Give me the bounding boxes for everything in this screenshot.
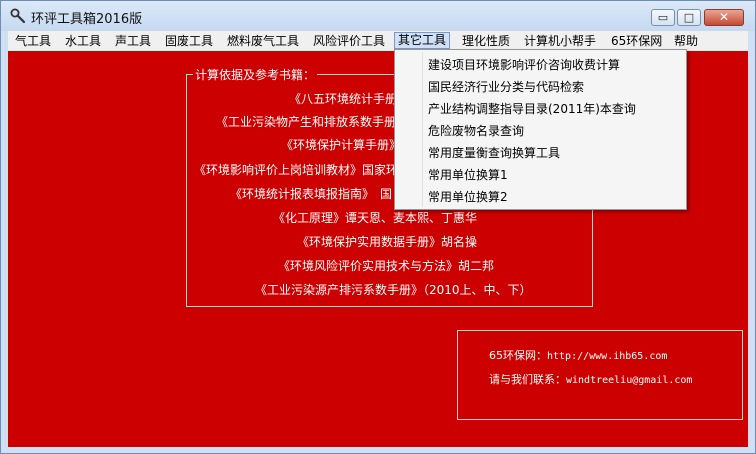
reference-item: 《环境风险评价实用技术与方法》胡二邦 bbox=[278, 259, 495, 273]
menu-item-fuel-gas-tools[interactable]: 燃料废气工具 bbox=[227, 33, 299, 49]
website-line: 65环保网：http://www.ihb65.com bbox=[489, 347, 667, 363]
dropdown-item-eia-fee-calc[interactable]: 建设项目环境影响评价咨询收费计算 bbox=[428, 56, 620, 73]
minimize-icon: ▭ bbox=[657, 11, 669, 24]
email-line: 请与我们联系：windtreeliu@gmail.com bbox=[489, 371, 692, 387]
maximize-icon: □ bbox=[683, 11, 695, 24]
reference-item: 《工业污染物产生和排放系数手册》 bbox=[216, 115, 409, 129]
website-link[interactable]: http://www.ihb65.com bbox=[547, 351, 667, 362]
email-link[interactable]: windtreeliu@gmail.com bbox=[566, 375, 692, 386]
app-window: 环评工具箱2016版 ▭ □ ✕ 气工具 水工具 声工具 固废工具 燃料废气工具… bbox=[0, 0, 756, 454]
dropdown-item-industry-code-search[interactable]: 国民经济行业分类与代码检索 bbox=[428, 78, 584, 95]
menu-item-computer-helper[interactable]: 计算机小帮手 bbox=[524, 33, 596, 49]
menu-separator bbox=[422, 52, 423, 207]
reference-item: 《环境保护实用数据手册》胡名操 bbox=[297, 235, 478, 249]
menu-item-other-tools[interactable]: 其它工具 bbox=[394, 32, 451, 49]
reference-item: 《环境保护计算手册》 bbox=[281, 138, 402, 152]
references-title: 计算依据及参考书籍： bbox=[193, 66, 318, 83]
dropdown-item-measurement-converter[interactable]: 常用度量衡查询换算工具 bbox=[428, 144, 560, 161]
other-tools-dropdown: 建设项目环境影响评价咨询收费计算 国民经济行业分类与代码检索 产业结构调整指导目… bbox=[394, 49, 687, 210]
close-icon: ✕ bbox=[718, 10, 730, 24]
email-label: 请与我们联系： bbox=[489, 373, 566, 386]
menu-bar: 气工具 水工具 声工具 固废工具 燃料废气工具 风险评价工具 其它工具 理化性质… bbox=[8, 31, 748, 51]
reference-item: 《环境影响评价上岗培训教材》国家环 bbox=[194, 163, 399, 177]
menu-item-help[interactable]: 帮助 bbox=[674, 33, 698, 49]
maximize-button[interactable]: □ bbox=[677, 9, 701, 26]
minimize-button[interactable]: ▭ bbox=[651, 9, 675, 26]
title-bar[interactable]: 环评工具箱2016版 ▭ □ ✕ bbox=[1, 1, 755, 31]
wrench-icon bbox=[10, 8, 26, 24]
reference-item: 《化工原理》谭天恩、麦本熙、丁惠华 bbox=[273, 211, 478, 225]
menu-item-solid-waste-tools[interactable]: 固废工具 bbox=[165, 33, 213, 49]
close-button[interactable]: ✕ bbox=[704, 9, 744, 26]
reference-item: 《环境统计报表填报指南》 国 bbox=[230, 187, 393, 201]
menu-item-noise-tools[interactable]: 声工具 bbox=[115, 33, 151, 49]
menu-item-65-site[interactable]: 65环保网 bbox=[611, 33, 662, 49]
menu-item-physchem[interactable]: 理化性质 bbox=[462, 33, 510, 49]
website-label: 65环保网： bbox=[489, 349, 547, 362]
menu-item-water-tools[interactable]: 水工具 bbox=[65, 33, 101, 49]
reference-item: 《工业污染源产排污系数手册》（2010上、中、下） bbox=[255, 283, 532, 297]
menu-item-risk-tools[interactable]: 风险评价工具 bbox=[313, 33, 385, 49]
dropdown-item-unit-conversion-2[interactable]: 常用单位换算2 bbox=[428, 188, 508, 205]
window-title: 环评工具箱2016版 bbox=[31, 12, 143, 27]
dropdown-item-unit-conversion-1[interactable]: 常用单位换算1 bbox=[428, 166, 508, 183]
dropdown-item-hazardous-waste-list[interactable]: 危险废物名录查询 bbox=[428, 122, 524, 139]
menu-item-air-tools[interactable]: 气工具 bbox=[15, 33, 51, 49]
reference-item: 《八五环境统计手册》 bbox=[289, 92, 410, 106]
dropdown-item-industry-structure-catalog[interactable]: 产业结构调整指导目录(2011年)本查询 bbox=[428, 100, 636, 117]
